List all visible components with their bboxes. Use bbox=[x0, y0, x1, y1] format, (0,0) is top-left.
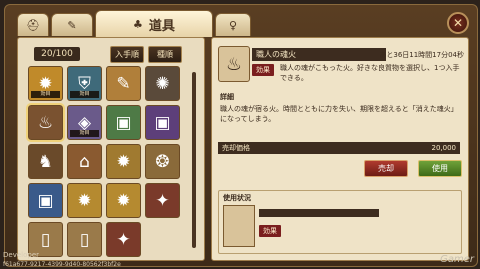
inventory-item[interactable]: ▣ bbox=[145, 105, 180, 140]
inventory-item[interactable]: ♞ bbox=[28, 144, 63, 179]
watermark: Gamer bbox=[440, 254, 474, 265]
close-button[interactable]: ✕ bbox=[447, 12, 469, 34]
green-book-icon: ▣ bbox=[115, 112, 132, 133]
sell-button[interactable]: 売却 bbox=[364, 160, 408, 177]
inventory-item[interactable]: ✎ bbox=[106, 66, 141, 101]
inventory-panel: 20/100 入手順 種順 ✹ 効目 ⛨ 効目 ✎ ✺ ♨ ◈ 効目 ▣ ▣ ♞ ⌂ ✹ ❂ ▣ ✹ ✹ ✦ ▯ ▯ ✦ bbox=[17, 37, 205, 261]
remaining-time: あと36日11時間17分04秒 bbox=[379, 51, 464, 59]
tab-items[interactable]: ♣ 道具 bbox=[95, 10, 213, 37]
detail-text: 職人の魂が宿る火。時間とともに力を失い、期限を超えると「消えた魂火」になってしま… bbox=[220, 105, 458, 123]
medal-icon: ✹ bbox=[77, 190, 92, 211]
ticket-icon: ▯ bbox=[79, 229, 90, 250]
item-tag: 効目 bbox=[70, 91, 99, 98]
sell-price-value: 20,000 bbox=[431, 144, 457, 152]
shrine-icon: ⌂ bbox=[79, 151, 90, 172]
scroll-icon: ✎ bbox=[116, 73, 131, 94]
inventory-item[interactable]: ⌂ bbox=[67, 144, 102, 179]
effect-text: 職人の魂がこもった火。好きな良質物を選択し、1つ入手できる。 bbox=[280, 64, 460, 82]
tab-items-label: 道具 bbox=[148, 18, 175, 34]
inventory-item[interactable]: ✹ bbox=[106, 144, 141, 179]
use-button[interactable]: 使用 bbox=[418, 160, 462, 177]
item-grid: ✹ 効目 ⛨ 効目 ✎ ✺ ♨ ◈ 効目 ▣ ▣ ♞ ⌂ ✹ ❂ ▣ ✹ ✹ ✦ ▯ ▯ ✦ bbox=[26, 66, 188, 257]
usage-name-bar bbox=[259, 209, 379, 217]
developer-label: Developer bbox=[3, 251, 40, 259]
sell-price-bar: 売却価格 20,000 bbox=[218, 142, 460, 154]
ticket-icon: ▯ bbox=[40, 229, 51, 250]
scroll-icon: ✎ bbox=[67, 18, 77, 32]
usage-effect-badge: 効果 bbox=[259, 225, 281, 237]
blue-book-icon: ▣ bbox=[37, 190, 54, 211]
detail-label: 詳細 bbox=[220, 93, 234, 101]
inventory-item[interactable]: ✹ bbox=[67, 183, 102, 218]
pouch-icon: ♣ bbox=[133, 17, 143, 31]
inventory-window: ⛑ ✎ ♣ 道具 ♀ ✕ 20/100 入手順 種順 ✹ 効目 ⛨ 効目 ✎ ✺ ♨ ◈ 効目 ▣… bbox=[4, 4, 478, 267]
effect-badge: 効果 bbox=[252, 64, 274, 76]
inventory-item[interactable]: ✺ bbox=[145, 66, 180, 101]
inventory-item[interactable]: ✹ 効目 bbox=[28, 66, 63, 101]
usage-status-label: 使用状況 bbox=[223, 194, 251, 202]
fire-pot-icon: ♨ bbox=[218, 46, 250, 82]
inventory-item[interactable]: ▣ bbox=[106, 105, 141, 140]
crest-icon: ✦ bbox=[155, 190, 170, 211]
helmet-icon: ⛑ bbox=[26, 18, 40, 32]
sort-acquired-button[interactable]: 入手順 bbox=[110, 46, 144, 63]
item-tag: 効目 bbox=[31, 91, 60, 98]
tab-scroll[interactable]: ✎ bbox=[51, 13, 93, 36]
usage-status-box: 使用状況 効果 bbox=[218, 190, 462, 254]
medal-icon: ✹ bbox=[116, 190, 131, 211]
inventory-count: 20/100 bbox=[34, 47, 80, 61]
chalice-icon: ♀ bbox=[228, 18, 238, 32]
inventory-scrollbar[interactable] bbox=[192, 72, 196, 248]
creature-icon: ✺ bbox=[155, 73, 170, 94]
sell-price-label: 売却価格 bbox=[222, 144, 250, 152]
sort-type-button[interactable]: 種順 bbox=[148, 46, 182, 63]
inventory-item[interactable]: ▯ bbox=[67, 222, 102, 257]
tab-chalice[interactable]: ♀ bbox=[215, 13, 251, 36]
ornament-icon: ❂ bbox=[155, 151, 170, 172]
inventory-item[interactable]: ✹ bbox=[106, 183, 141, 218]
close-icon: ✕ bbox=[452, 16, 464, 30]
inventory-item[interactable]: ❂ bbox=[145, 144, 180, 179]
inventory-item[interactable]: ⛨ 効目 bbox=[67, 66, 102, 101]
purple-book-icon: ▣ bbox=[154, 112, 171, 133]
usage-slot bbox=[223, 205, 255, 247]
medal-icon: ✹ bbox=[116, 151, 131, 172]
inventory-item[interactable]: ▣ bbox=[28, 183, 63, 218]
inventory-item[interactable]: ♨ bbox=[26, 103, 65, 142]
inventory-item[interactable]: ◈ 効目 bbox=[67, 105, 102, 140]
crest-icon: ✦ bbox=[116, 229, 131, 250]
item-name: 職人の魂火 bbox=[252, 48, 386, 61]
device-id: f61a677-9217-4399-9d40-80562f3bf2e bbox=[3, 261, 121, 268]
warrior-icon: ♞ bbox=[37, 151, 54, 172]
fire-pot-icon: ♨ bbox=[37, 112, 54, 133]
item-detail-panel: ♨ 職人の魂火 あと36日11時間17分04秒 効果 職人の魂がこもった火。好き… bbox=[211, 37, 469, 261]
inventory-item[interactable]: ✦ bbox=[145, 183, 180, 218]
item-tag: 効目 bbox=[70, 130, 99, 137]
tab-equipment[interactable]: ⛑ bbox=[17, 13, 49, 36]
inventory-item[interactable]: ✦ bbox=[106, 222, 141, 257]
